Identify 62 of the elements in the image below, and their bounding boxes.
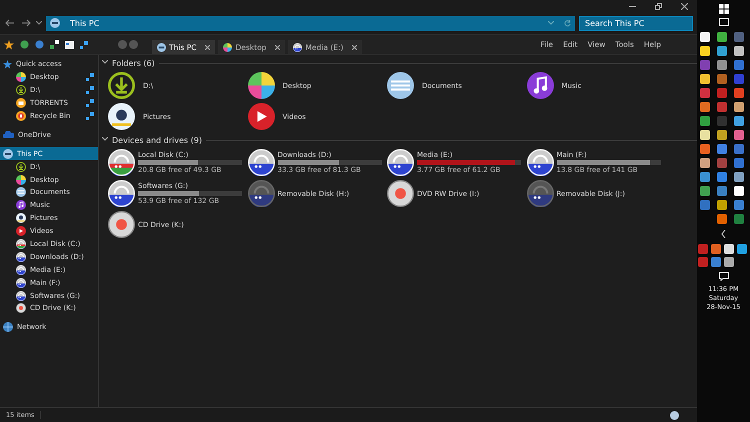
close-icon[interactable]: [275, 44, 280, 50]
pin-icon[interactable]: [86, 112, 94, 120]
download-icon: [108, 72, 135, 99]
hard-drive-icon: [108, 180, 135, 207]
computer-icon: [157, 42, 166, 52]
documents-icon: [16, 187, 26, 198]
download-icon: [16, 85, 26, 96]
pin-icon[interactable]: [86, 86, 94, 94]
chevron-icon[interactable]: [102, 137, 108, 143]
computer-icon: [3, 148, 13, 159]
close-icon[interactable]: [205, 44, 210, 50]
notification-icon[interactable]: [718, 272, 728, 281]
hard-drive-icon: [16, 239, 26, 250]
disc-drive-icon: [16, 303, 26, 314]
color-wheel-icon: [16, 174, 26, 185]
videos-icon: [248, 103, 274, 130]
disc-drive-icon: [387, 180, 414, 207]
hard-drive-icon: [526, 149, 554, 176]
hard-drive-icon: [248, 180, 274, 207]
chevron-icon[interactable]: [721, 230, 726, 238]
hard-drive-icon: [387, 149, 414, 176]
folder-icon: [16, 98, 26, 108]
search-field[interactable]: Search This PC: [579, 16, 693, 30]
star-icon[interactable]: [4, 40, 14, 50]
computer-icon: [50, 18, 60, 28]
recycle-bin-icon: [16, 111, 26, 121]
section-header[interactable]: Folders (6): [112, 58, 155, 68]
hard-drive-icon: [293, 42, 302, 52]
music-icon: [16, 200, 26, 210]
star-icon: [3, 60, 12, 69]
restore-icon[interactable]: [654, 2, 662, 10]
pin-icon[interactable]: [80, 40, 88, 48]
chevron-icon[interactable]: [102, 60, 108, 66]
dropdown-icon[interactable]: [36, 21, 42, 25]
forward-icon[interactable]: [20, 17, 32, 29]
color-wheel-icon: [16, 72, 26, 82]
documents-icon: [387, 72, 414, 99]
videos-icon: [16, 226, 26, 236]
hard-drive-icon: [108, 149, 135, 176]
pictures-icon: [16, 213, 26, 224]
hard-drive-icon: [16, 290, 26, 301]
task-view-icon[interactable]: [718, 18, 730, 26]
layout-icon[interactable]: [65, 40, 74, 48]
section-header[interactable]: Devices and drives (9): [112, 136, 202, 144]
view-icon[interactable]: [50, 40, 59, 49]
hard-drive-icon: [248, 149, 274, 176]
color-wheel-icon: [223, 42, 232, 52]
hard-drive-icon: [16, 278, 26, 288]
close-icon[interactable]: [352, 44, 358, 50]
close-icon[interactable]: [680, 2, 688, 10]
pictures-icon: [108, 103, 135, 130]
pin-icon[interactable]: [86, 99, 94, 108]
hard-drive-icon: [16, 264, 26, 275]
hard-drive-icon: [16, 252, 26, 262]
pin-icon[interactable]: [86, 73, 94, 82]
disc-drive-icon: [108, 211, 135, 238]
windows-logo-icon[interactable]: [718, 4, 728, 14]
cloud-icon: [3, 131, 14, 138]
hard-drive-icon: [526, 180, 554, 207]
download-icon: [16, 162, 26, 172]
color-wheel-icon: [248, 72, 274, 99]
music-icon: [526, 72, 554, 99]
